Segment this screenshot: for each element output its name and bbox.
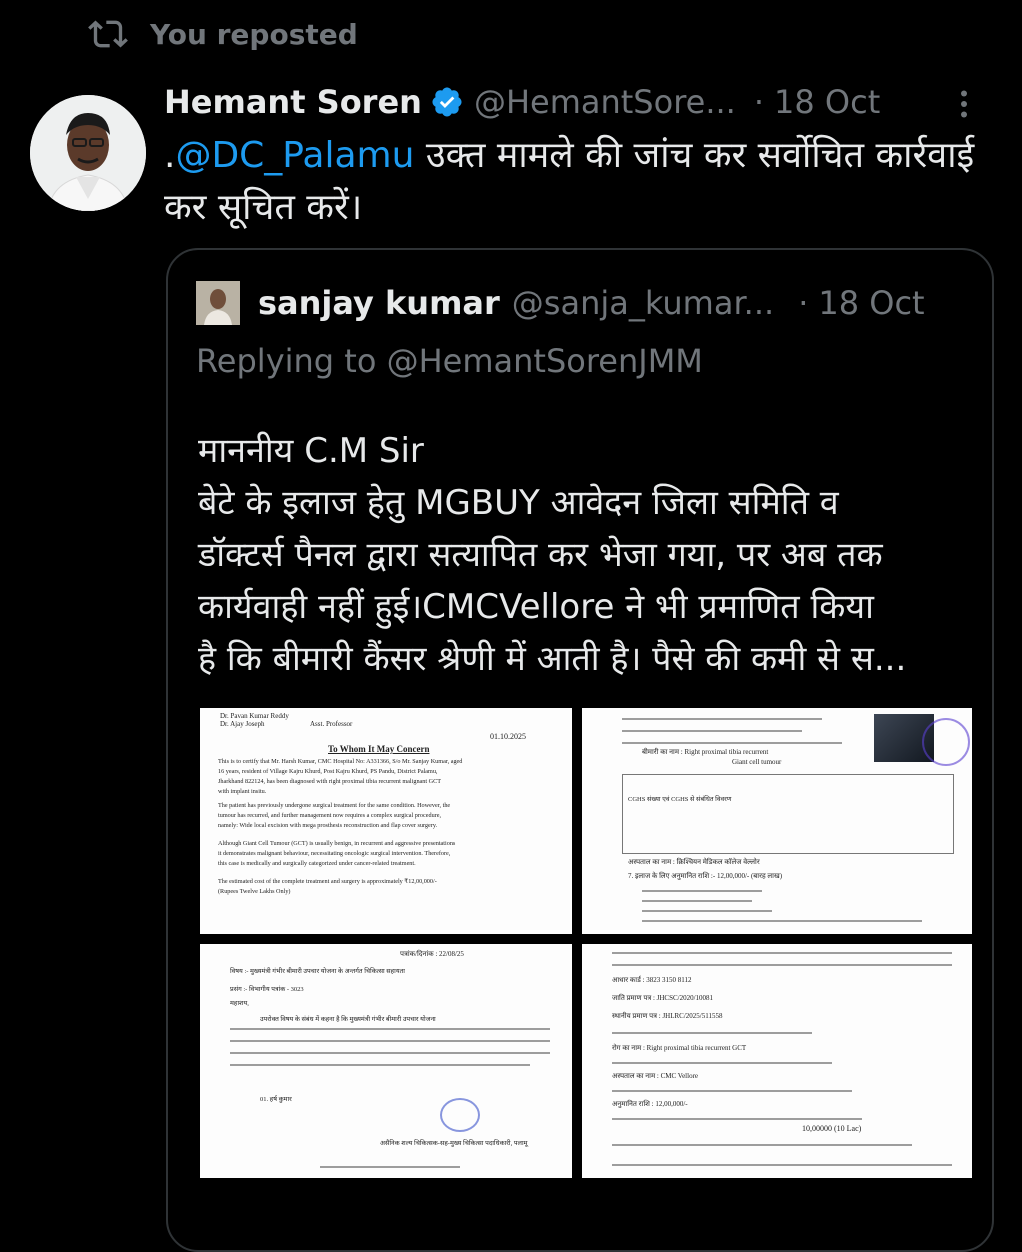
doc3-line: प्रसंग :- विभागीय पत्रांक - 3023 [230,986,304,993]
more-options-icon[interactable] [946,86,982,122]
doc1-date: 01.10.2025 [490,732,526,741]
doc1-line: it demonstrates malignant behaviour, nec… [218,850,451,857]
doc3-line: असैनिक शल्य चिकित्सक-सह-मुख्य चिकित्सा प… [380,1140,528,1147]
doc1-heading: To Whom It May Concern [328,744,430,754]
doc1-line: Jharkhand 822124, has been diagnosed wit… [218,778,442,785]
quoted-author-name[interactable]: sanjay kumar [258,284,500,322]
quoted-tweet-header: sanjay kumar @sanja_kumar... · 18 Oct [196,280,925,326]
tweet-text-prefix: . [164,135,176,176]
media-image-official-letter[interactable]: पत्रांक/दिनांक : 22/08/25 विषय :- मुख्यम… [200,944,572,1178]
repost-indicator: You reposted [88,14,358,54]
doc1-header-name2: Dr. Ajay Joseph [220,720,265,728]
doc4-line: आधार कार्ड : 3823 3150 8112 [612,976,692,984]
verified-badge-icon [432,87,462,117]
author-handle[interactable]: @HemantSore... [474,83,736,121]
media-image-handwritten-form[interactable]: आधार कार्ड : 3823 3150 8112 जाति प्रमाण … [582,944,972,1178]
media-image-application-form[interactable]: बीमारी का नाम : Right proximal tibia rec… [582,708,972,934]
doc4-line: स्थानीय प्रमाण पत्र : JHLRC/2025/511558 [612,1012,723,1020]
quoted-author-avatar[interactable] [196,281,240,325]
doc1-header-title: Asst. Professor [310,720,353,728]
author-name[interactable]: Hemant Soren [164,83,422,121]
doc4-line: जाति प्रमाण पत्र : JHCSC/2020/10081 [612,994,714,1002]
doc3-line: पत्रांक/दिनांक : 22/08/25 [400,950,464,958]
doc1-line: The patient has previously undergone sur… [218,802,451,809]
doc1-header-name1: Dr. Pavan Kumar Reddy [220,712,289,720]
quoted-tweet-card[interactable]: sanjay kumar @sanja_kumar... · 18 Oct Re… [166,248,994,1252]
doc3-line: विषय :- मुख्यमंत्री गंभीर बीमारी उपचार य… [230,968,405,975]
doc3-line: 01. हर्ष कुमार [260,1096,292,1103]
doc4-line: अनुमानित राशि : 12,00,000/- [612,1100,688,1108]
replying-to: Replying to @HemantSorenJMM [196,342,703,380]
tweet-text-line1: उक्त मामले की जांच कर सर्वोचित कार्रवाई [414,135,975,176]
doc2-table [622,774,954,854]
doc1-line: with implant insitu. [218,788,267,795]
tweet-header: Hemant Soren @HemantSore... · 18 Oct [164,82,982,122]
doc4-line: अस्पताल का नाम : CMC Vellore [612,1072,699,1080]
repost-label: You reposted [150,17,358,51]
author-avatar[interactable] [30,95,146,211]
doc2-line: CGHS संख्या एवं CGHS से संबंधित विवरण [628,796,732,803]
quoted-tweet-timestamp[interactable]: 18 Oct [818,284,924,322]
repost-icon [88,20,128,48]
doc2-line: 7. इलाज के लिए अनुमानित राशि :- 12,00,00… [628,872,783,880]
tweet-timestamp[interactable]: 18 Oct [774,83,880,121]
separator-dot: · [798,284,809,322]
tweet-text-line2: कर सूचित करें। [164,187,363,228]
media-image-certificate[interactable]: Dr. Pavan Kumar Reddy Dr. Ajay Joseph As… [200,708,572,934]
mention-link[interactable]: @DC_Palamu [175,135,414,176]
doc1-line: 16 years, resident of Village Kajru Khur… [218,768,438,775]
doc2-line: बीमारी का नाम : Right proximal tibia rec… [642,748,769,756]
doc3-line: महाशय, [230,1000,249,1007]
signature-stamp [440,1098,480,1132]
doc3-line: उपरोक्त विषय के संबंध में कहना है कि मुख… [260,1016,436,1023]
doc1-line: namely: Wide local excision with mega pr… [218,822,438,829]
doc4-line: रोग का नाम : Right proximal tibia recurr… [612,1044,747,1052]
doc1-line: this case is medically and surgically ca… [218,860,416,867]
doc1-line: tumour has recurred, and further managem… [218,812,442,819]
quoted-author-handle[interactable]: @sanja_kumar... [512,284,774,322]
doc1-line: (Rupees Twelve Lakhs Only) [218,888,291,895]
doc2-line: अस्पताल का नाम : क्रिश्चियन मेडिकल कॉलेज… [628,858,760,866]
tweet-text: .@DC_Palamu उक्त मामले की जांच कर सर्वोच… [164,130,992,234]
doc1-line: This is to certify that Mr. Harsh Kumar,… [218,758,463,765]
doc4-line: 10,00000 (10 Lac) [802,1124,862,1133]
doc1-line: Although Giant Cell Tumour (GCT) is usua… [218,840,456,847]
separator-dot: · [753,83,765,121]
official-stamp [922,718,970,766]
doc2-line: Giant cell tumour [732,758,782,766]
doc1-line: The estimated cost of the complete treat… [218,878,437,885]
quoted-tweet-text: माननीय C.M Sir बेटे के इलाज हेतु MGBUY आ… [198,431,907,679]
